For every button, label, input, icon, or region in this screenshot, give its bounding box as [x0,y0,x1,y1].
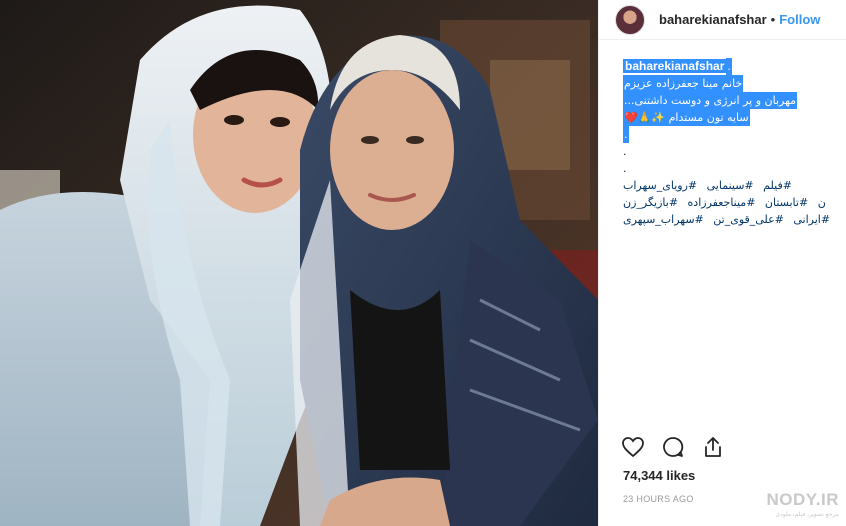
hashtag[interactable]: #تابستان [765,196,808,209]
caption-trailing: . [726,58,732,75]
post-photo[interactable] [0,0,598,526]
heart-icon[interactable] [621,435,645,459]
hashtag[interactable]: #سهراب_سپهری [623,213,704,226]
hashtags-row-2: ن #تابستان #میناجعفرزاده #بازیگر_زن [623,194,846,211]
share-icon[interactable] [701,435,725,459]
hashtag[interactable]: #سینمایی [707,179,754,192]
caption-line-1: خانم مینا جعفرزاده عزیزم [623,75,744,92]
hashtag[interactable]: #میناجعفرزاده [688,196,756,209]
photo-illustration [0,0,598,526]
hashtag[interactable]: #فیلم [763,179,792,192]
post-sidebar: baharekianafshar • Follow baharekianafsh… [598,0,846,526]
hashtag-overflow: ن [817,196,826,209]
hashtag[interactable]: #رویای_سهراب [623,179,697,192]
watermark: NODY.IR مرجع تصویر، فیلم، ملودی [759,490,839,518]
follow-button[interactable]: Follow [779,12,820,27]
action-bar [621,434,741,460]
caption-line-3: سایه تون مستدام ✨🙏❤️ [623,109,750,126]
caption-dot-2: . [623,162,627,175]
caption: baharekianafshar. خانم مینا جعفرزاده عزی… [623,58,846,258]
post-timestamp[interactable]: 23 HOURS AGO [623,494,694,504]
hashtag[interactable]: #بازیگر_زن [623,196,678,209]
separator-dot: • [770,12,776,27]
hashtags-row-3: #ایرانی #علی_قوی_تن #سهراب_سپهری [623,211,846,228]
hashtag[interactable]: #علی_قوی_تن [713,213,784,226]
caption-dot-1: . [623,145,627,158]
hashtags-row-1: #فیلم #سینمایی #رویای_سهراب [623,177,846,194]
likes-count[interactable]: 74,344 likes [623,468,695,483]
caption-line-2: مهربان و پر انرژی و دوست داشتنی... [623,92,798,109]
avatar[interactable] [615,4,645,35]
username-link[interactable]: baharekianafshar [659,12,767,27]
caption-username[interactable]: baharekianafshar [623,59,727,73]
watermark-sub: مرجع تصویر، فیلم، ملودی [775,512,839,518]
post-header: baharekianafshar • Follow [599,0,846,40]
watermark-text: NODY.IR [766,490,839,509]
comment-icon[interactable] [661,435,685,459]
caption-line-4: . [623,126,629,143]
hashtag[interactable]: #ایرانی [793,213,830,226]
